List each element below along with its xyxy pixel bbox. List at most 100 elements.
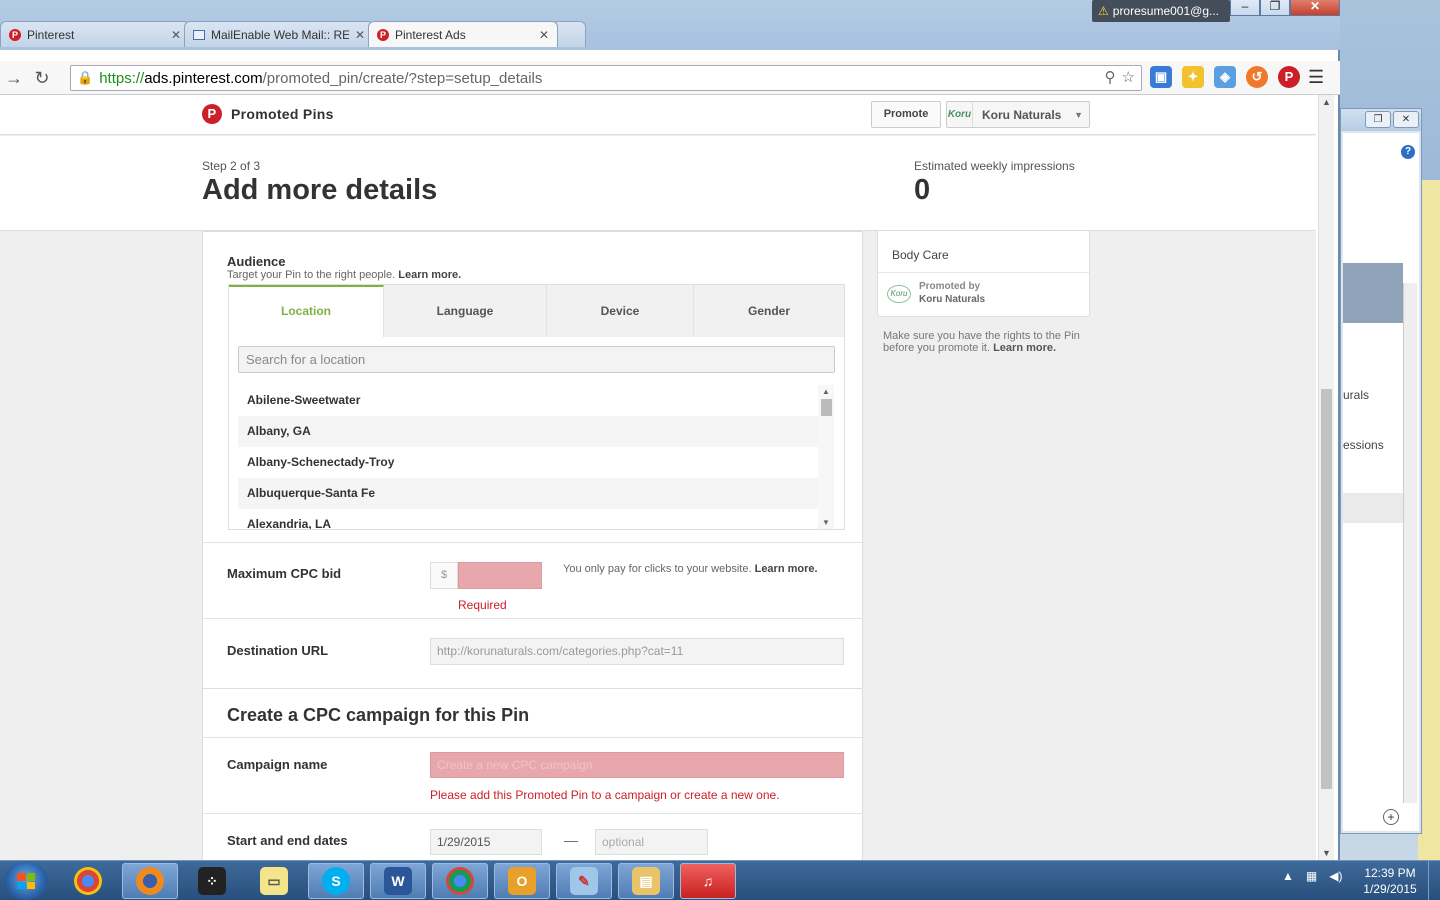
forward-icon[interactable]: → bbox=[0, 64, 28, 92]
pin-preview-card: Body Care Koru Promoted by Koru Naturals bbox=[877, 231, 1090, 317]
taskbar-notes[interactable]: ▭ bbox=[246, 863, 302, 899]
list-item[interactable]: Albany, GA bbox=[238, 416, 818, 447]
audience-learn-more-link[interactable]: Learn more. bbox=[398, 269, 461, 281]
help-icon[interactable]: ? bbox=[1401, 145, 1415, 159]
campaign-name-input[interactable]: Create a new CPC campaign bbox=[430, 752, 844, 778]
divider bbox=[203, 813, 862, 814]
taskbar-chrome[interactable] bbox=[60, 863, 116, 899]
reload-icon[interactable]: ↻ bbox=[28, 64, 56, 92]
list-item[interactable]: Alexandria, LA bbox=[238, 509, 818, 529]
scroll-down-icon[interactable]: ▼ bbox=[1322, 848, 1331, 858]
tab-location[interactable]: Location bbox=[229, 285, 384, 337]
app-header: P Promoted Pins Promote Koru Koru Natura… bbox=[0, 95, 1316, 135]
divider bbox=[203, 618, 862, 619]
location-list-scrollbar[interactable]: ▲ ▼ bbox=[818, 385, 834, 529]
location-list[interactable]: Abilene-Sweetwater Albany, GA Albany-Sch… bbox=[238, 385, 834, 529]
clock-time: 12:39 PM bbox=[1364, 866, 1416, 880]
address-bar[interactable]: 🔒 https://ads.pinterest.com/promoted_pin… bbox=[70, 65, 1142, 91]
taskbar-paint[interactable]: ✎ bbox=[556, 863, 612, 899]
tab-pinterest-ads[interactable]: P Pinterest Ads ✕ bbox=[368, 21, 558, 47]
scroll-up-icon[interactable]: ▲ bbox=[1322, 97, 1331, 107]
taskbar-itunes[interactable]: ♫ bbox=[680, 863, 736, 899]
promote-button[interactable]: Promote bbox=[871, 101, 941, 128]
promoted-by-label: Promoted by bbox=[919, 281, 981, 292]
warning-icon: ⚠ bbox=[1098, 4, 1109, 18]
extension-icon[interactable]: ✦ bbox=[1182, 66, 1204, 88]
list-item[interactable]: Abilene-Sweetwater bbox=[238, 385, 818, 416]
list-item[interactable]: Albuquerque-Santa Fe bbox=[238, 478, 818, 509]
extension-icon[interactable]: ▣ bbox=[1150, 66, 1172, 88]
profile-button[interactable]: ⚠ proresume001@g... bbox=[1092, 0, 1230, 22]
volume-icon[interactable]: ◀) bbox=[1329, 869, 1342, 883]
scroll-up-icon[interactable]: ▲ bbox=[822, 387, 830, 396]
clock[interactable]: 12:39 PM 1/29/2015 bbox=[1360, 865, 1420, 897]
extension-icon[interactable]: ↺ bbox=[1246, 66, 1268, 88]
taskbar-chrome-active[interactable] bbox=[432, 863, 488, 899]
account-dropdown[interactable]: Koru Koru Naturals ▼ bbox=[946, 101, 1090, 128]
show-desktop-button[interactable] bbox=[1428, 861, 1440, 900]
star-icon[interactable]: ☆ bbox=[1122, 68, 1135, 86]
close-tab-icon[interactable]: ✕ bbox=[539, 28, 549, 42]
brand[interactable]: P Promoted Pins bbox=[202, 104, 334, 124]
page-scrollbar[interactable]: ▲ ▼ bbox=[1318, 95, 1334, 860]
plus-icon[interactable]: + bbox=[1383, 809, 1399, 825]
network-icon[interactable]: ▦ bbox=[1306, 869, 1317, 883]
minimize-icon[interactable]: – bbox=[1230, 0, 1260, 16]
campaign-error: Please add this Promoted Pin to a campai… bbox=[430, 788, 780, 802]
koru-logo-icon: Koru bbox=[947, 102, 973, 127]
tab-device[interactable]: Device bbox=[547, 285, 694, 337]
extension-icons: ▣ ✦ ◈ ↺ P bbox=[1150, 66, 1300, 88]
tab-label: MailEnable Web Mail:: REI bbox=[211, 27, 349, 42]
taskbar-firefox[interactable] bbox=[122, 863, 178, 899]
browser-titlebar[interactable]: ⚠ proresume001@g... – ❐ ✕ P Pinterest ✕ M… bbox=[0, 0, 1340, 50]
background-window-titlebar[interactable]: ❐ ✕ bbox=[1341, 109, 1421, 131]
campaign-name-label: Campaign name bbox=[227, 757, 328, 772]
pinterest-icon[interactable]: P bbox=[1278, 66, 1300, 88]
tab-pinterest[interactable]: P Pinterest ✕ bbox=[0, 21, 190, 47]
scroll-down-icon[interactable]: ▼ bbox=[822, 518, 830, 527]
scrollbar-thumb[interactable] bbox=[821, 399, 832, 416]
taskbar-outlook[interactable]: O bbox=[494, 863, 550, 899]
word-icon: W bbox=[384, 867, 412, 895]
url-host: ads.pinterest.com bbox=[144, 69, 263, 87]
background-scrollbar[interactable] bbox=[1403, 283, 1417, 803]
tray-expand-icon[interactable]: ▲ bbox=[1282, 869, 1294, 883]
maximize-icon[interactable]: ❐ bbox=[1260, 0, 1290, 16]
tab-language[interactable]: Language bbox=[384, 285, 547, 337]
list-item[interactable]: Albany-Schenectady-Troy bbox=[238, 447, 818, 478]
dates-label: Start and end dates bbox=[227, 833, 348, 848]
close-tab-icon[interactable]: ✕ bbox=[355, 28, 365, 42]
tab-gender[interactable]: Gender bbox=[694, 285, 844, 337]
scrollbar-thumb[interactable] bbox=[1321, 389, 1332, 789]
url-scheme: https:// bbox=[99, 69, 145, 87]
tab-mailenable[interactable]: MailEnable Web Mail:: REI ✕ bbox=[184, 21, 374, 47]
profile-name: proresume001@g... bbox=[1112, 4, 1220, 18]
rights-learn-more-link[interactable]: Learn more. bbox=[993, 342, 1056, 354]
cpc-learn-more-link[interactable]: Learn more. bbox=[755, 563, 818, 575]
restore-icon[interactable]: ❐ bbox=[1365, 111, 1391, 128]
taskbar-skype[interactable]: S bbox=[308, 863, 364, 899]
background-window[interactable]: ❐ ✕ ? urals essions + bbox=[1340, 108, 1422, 834]
close-window-icon[interactable]: ✕ bbox=[1290, 0, 1340, 16]
folder-icon: ▤ bbox=[632, 867, 660, 895]
start-button[interactable] bbox=[4, 862, 48, 900]
taskbar-fitbit[interactable]: ⁘ bbox=[184, 863, 240, 899]
close-tab-icon[interactable]: ✕ bbox=[171, 28, 181, 42]
end-date-input[interactable]: optional bbox=[595, 829, 708, 855]
search-icon[interactable]: ⚲ bbox=[1105, 68, 1116, 86]
close-icon[interactable]: ✕ bbox=[1393, 111, 1419, 128]
clock-date: 1/29/2015 bbox=[1363, 882, 1417, 896]
taskbar-word[interactable]: W bbox=[370, 863, 426, 899]
campaign-card: Create a CPC campaign for this Pin Campa… bbox=[202, 688, 863, 860]
cpc-bid-input[interactable] bbox=[458, 562, 542, 589]
taskbar-explorer[interactable]: ▤ bbox=[618, 863, 674, 899]
menu-icon[interactable]: ☰ bbox=[1308, 67, 1324, 88]
extension-icon[interactable]: ◈ bbox=[1214, 66, 1236, 88]
destination-url-input[interactable]: http://korunaturals.com/categories.php?c… bbox=[430, 638, 844, 665]
chrome-icon bbox=[74, 867, 102, 895]
page-title: Add more details bbox=[202, 174, 438, 206]
step-header: Step 2 of 3 Add more details Estimated w… bbox=[0, 136, 1316, 231]
location-search-input[interactable]: Search for a location bbox=[238, 346, 835, 373]
music-icon: ♫ bbox=[702, 873, 714, 889]
start-date-input[interactable]: 1/29/2015 bbox=[430, 829, 542, 855]
